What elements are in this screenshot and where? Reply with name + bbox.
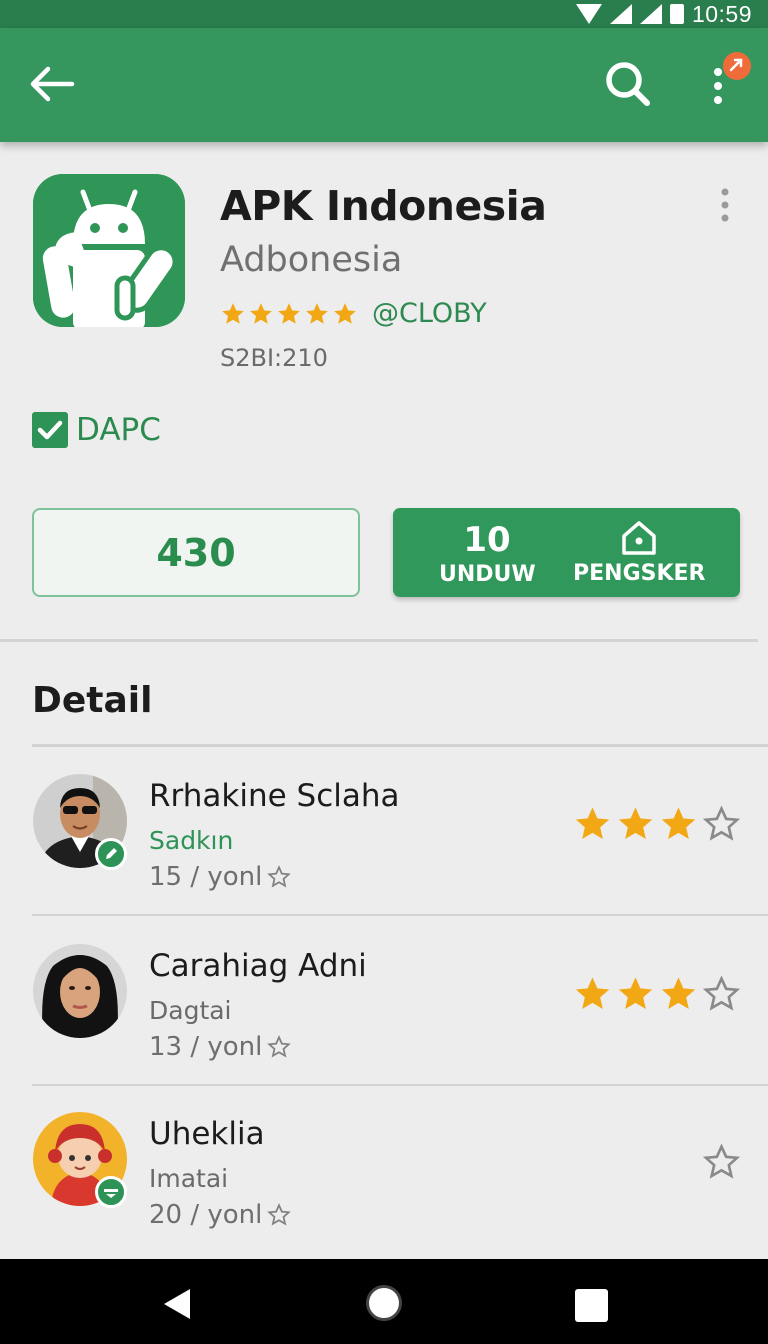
signal-icon	[609, 4, 632, 24]
home-icon	[622, 521, 656, 555]
app-handle[interactable]: @CLOBY	[372, 298, 487, 329]
list-item[interactable]: Carahiag Adni Dagtai 13 / yonl	[0, 918, 768, 1086]
list-item[interactable]: Uheklia Imatai 20 / yonl	[0, 1086, 768, 1254]
review-date: 20 / yonl	[149, 1200, 292, 1230]
review-rating	[699, 1142, 742, 1182]
download-count: 10	[463, 520, 511, 560]
arrow-left-icon[interactable]	[26, 58, 78, 110]
star-filled-icon	[278, 302, 300, 324]
notification-badge-icon	[723, 52, 751, 80]
review-date: 13 / yonl	[149, 1032, 292, 1062]
section-title: Detail	[32, 680, 153, 721]
reviewer-role: Dagtai	[149, 996, 232, 1025]
edit-badge-icon	[95, 838, 127, 870]
star-filled-icon	[618, 807, 653, 839]
app-meta: S2BI:210	[220, 344, 328, 372]
review-date: 15 / yonl	[149, 862, 292, 892]
more-vert-icon[interactable]	[712, 186, 738, 226]
star-outline-icon	[702, 975, 741, 1011]
divider	[0, 639, 758, 642]
star-filled-icon	[250, 302, 272, 324]
star-outline-icon	[267, 865, 292, 888]
nav-home-icon[interactable]	[366, 1285, 402, 1321]
app-title: APK Indonesia	[220, 182, 547, 230]
review-date-text: 15 / yonl	[149, 862, 263, 892]
app-rating: @CLOBY	[220, 298, 487, 329]
home-action-label: PENGSKER	[573, 561, 706, 586]
status-time: 10:59	[691, 0, 752, 27]
app-developer[interactable]: Adbonesia	[220, 240, 402, 280]
star-outline-icon	[267, 1203, 292, 1226]
home-action-group[interactable]: PENGSKER	[573, 518, 705, 586]
download-button[interactable]: 10 UNDUW PENGSKER	[393, 508, 740, 597]
review-date-text: 20 / yonl	[149, 1200, 263, 1230]
app-bar	[0, 28, 768, 142]
reviewer-role: Imatai	[149, 1164, 229, 1193]
star-filled-icon	[222, 302, 244, 324]
nav-recents-icon[interactable]	[575, 1289, 608, 1322]
star-outline-icon[interactable]	[701, 1142, 742, 1182]
checkbox-checked-icon[interactable]	[32, 412, 68, 448]
divider	[32, 744, 768, 747]
dapc-checkbox[interactable]: DAPC	[32, 412, 161, 448]
reviewer-name: Uheklia	[149, 1116, 265, 1152]
star-filled-icon	[661, 977, 696, 1009]
star-filled-icon	[306, 302, 328, 324]
star-filled-icon	[661, 807, 696, 839]
star-outline-icon	[702, 805, 741, 841]
search-icon[interactable]	[600, 56, 656, 112]
star-filled-icon	[618, 977, 653, 1009]
review-rating	[570, 804, 742, 844]
signal-icon-2	[639, 4, 662, 24]
download-count-group[interactable]: 10 UNDUW	[439, 520, 536, 587]
battery-icon	[669, 4, 684, 24]
checkbox-label: DAPC	[76, 412, 161, 448]
star-filled-icon	[334, 302, 356, 324]
review-date-text: 13 / yonl	[149, 1032, 263, 1062]
avatar[interactable]	[33, 944, 127, 1038]
reviewer-name: Carahiag Adni	[149, 948, 367, 984]
filter-badge-icon	[95, 1176, 127, 1208]
status-bar: 10:59	[0, 0, 768, 28]
nav-back-icon[interactable]	[160, 1287, 194, 1321]
wifi-icon	[575, 4, 602, 24]
reviewer-role: Sadkın	[149, 826, 234, 855]
system-nav-bar	[0, 1259, 768, 1344]
app-icon	[33, 174, 185, 327]
star-outline-icon	[267, 1035, 292, 1058]
divider	[32, 914, 768, 916]
reviewer-name: Rrhakine Sclaha	[149, 778, 400, 814]
count-button[interactable]: 430	[32, 508, 360, 597]
star-filled-icon	[575, 807, 610, 839]
star-filled-icon	[575, 977, 610, 1009]
list-item[interactable]: Rrhakine Sclaha Sadkın 15 / yonl	[0, 748, 768, 916]
review-rating	[570, 974, 742, 1014]
download-label: UNDUW	[439, 562, 536, 587]
